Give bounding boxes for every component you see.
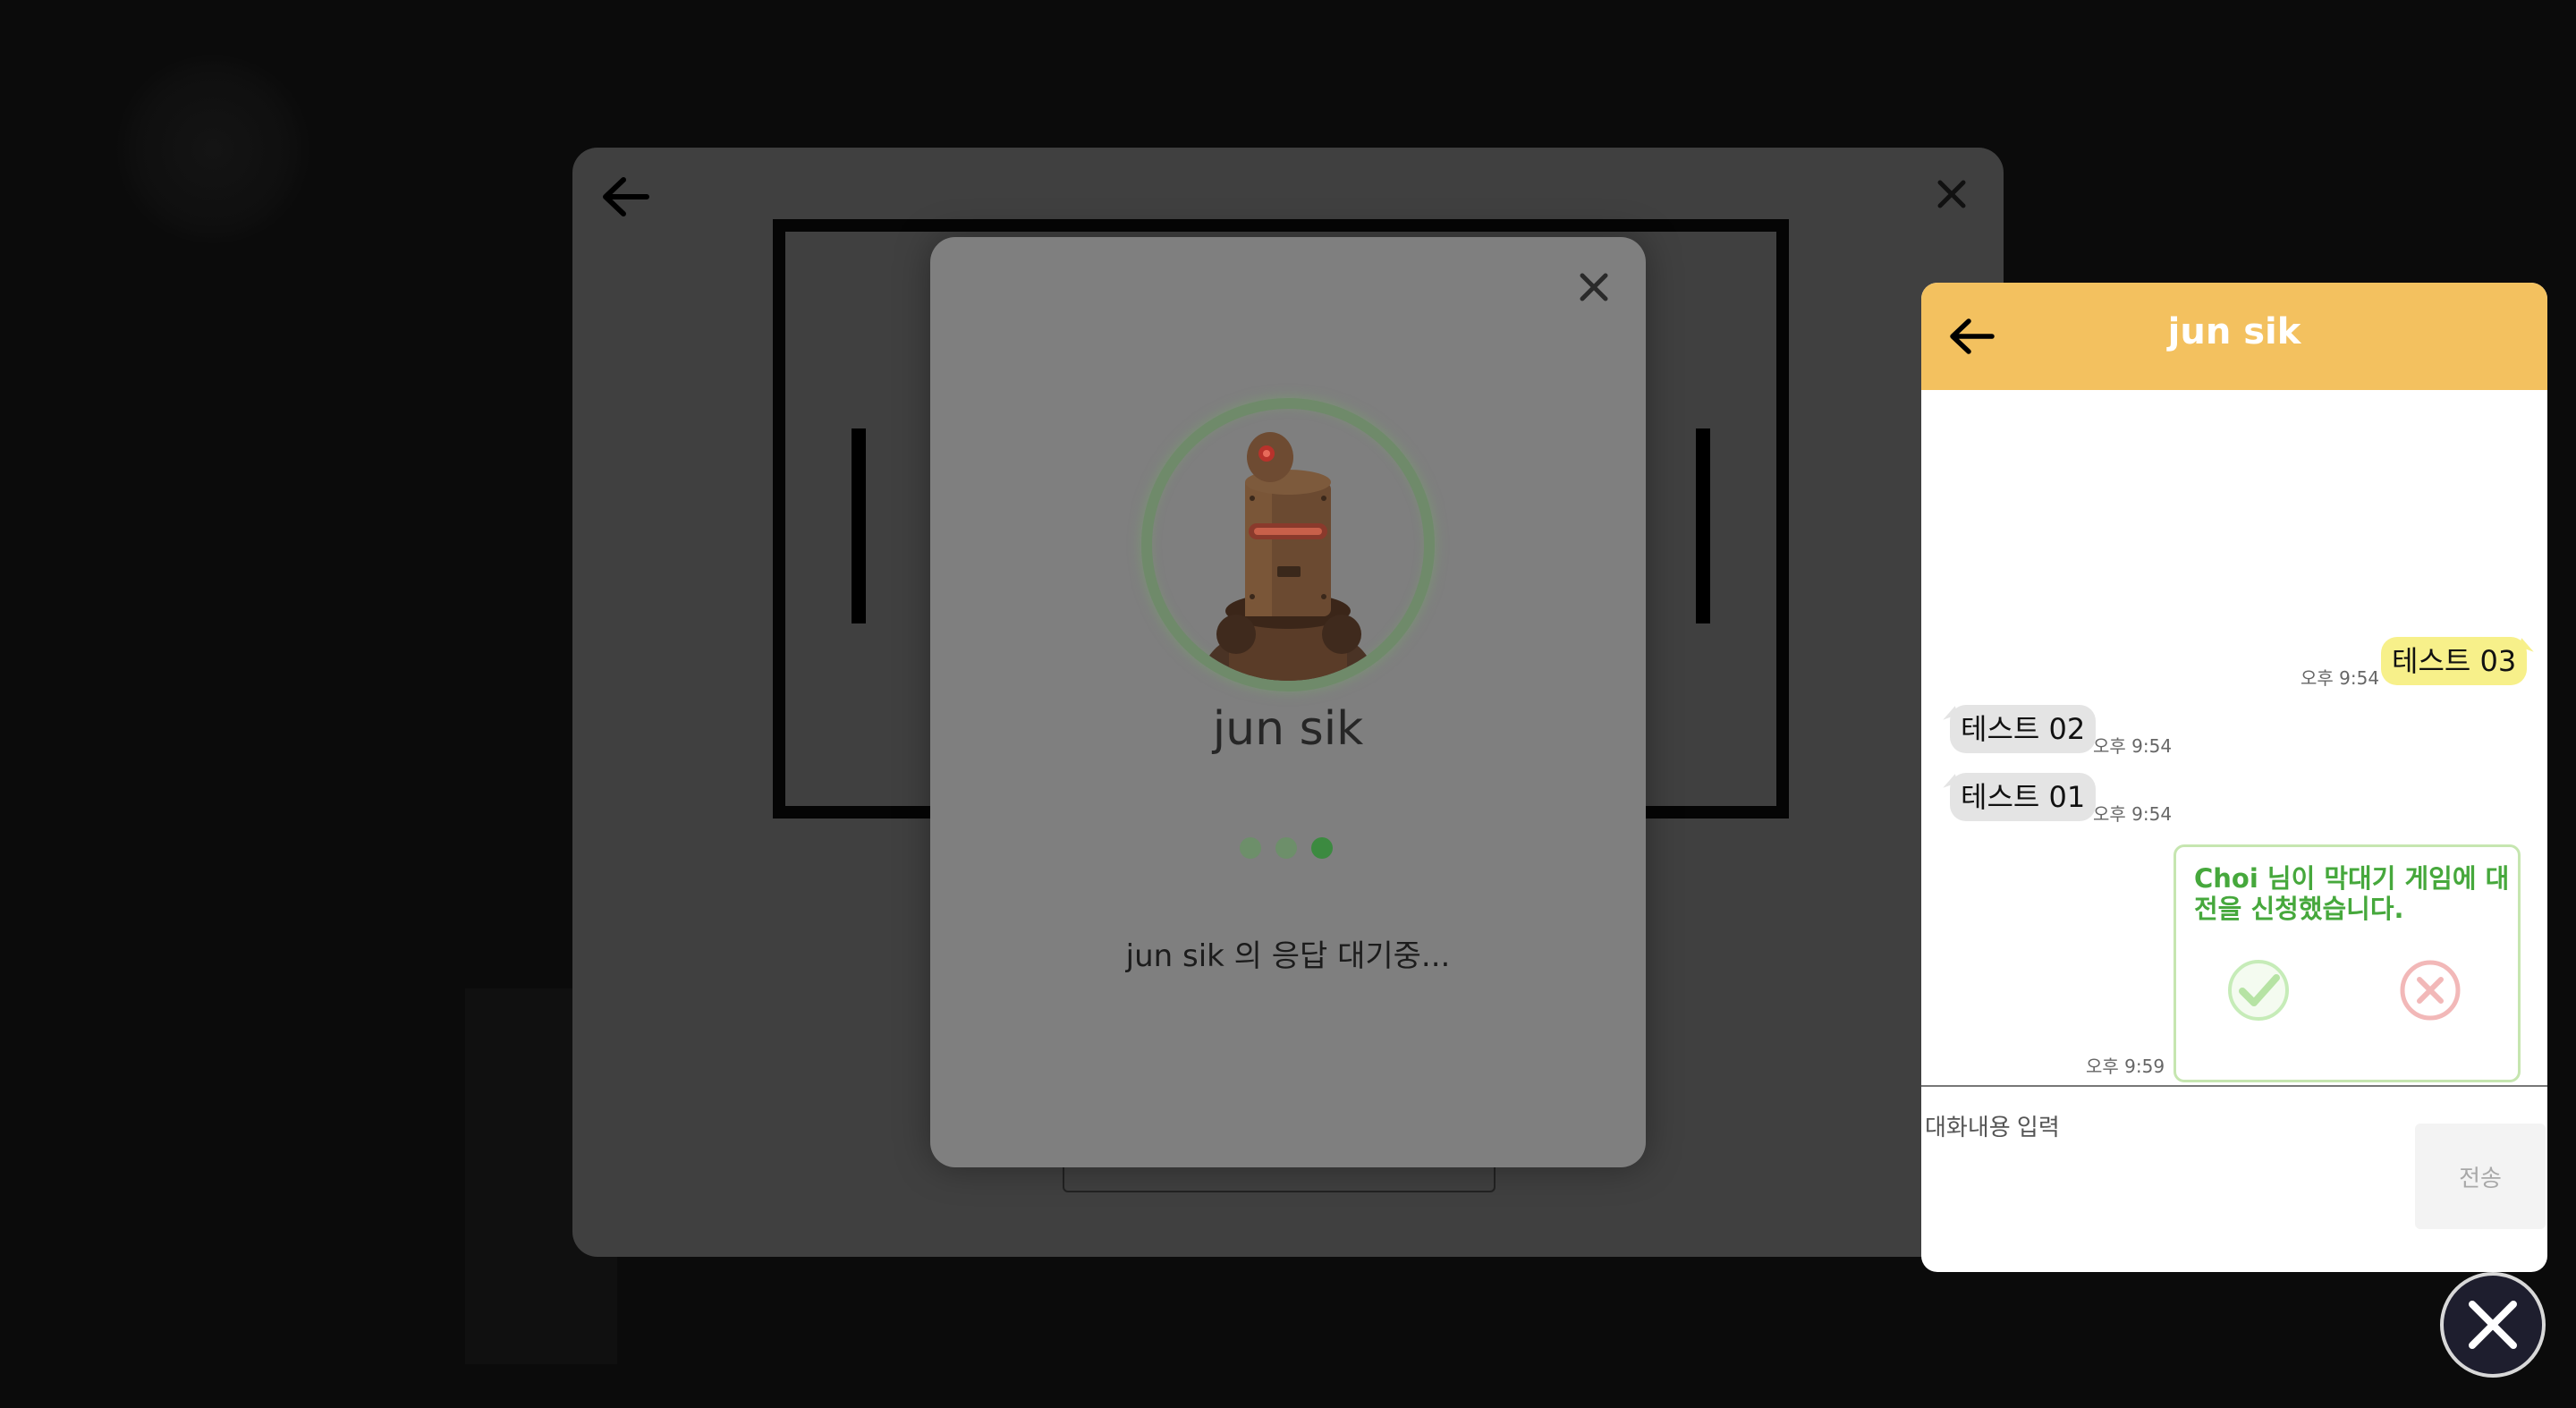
accept-invite-button[interactable] (2226, 958, 2291, 1022)
chat-panel: jun sik 테스트 03 오후 9:54 테스트 02 오후 9:54 테스… (1921, 283, 2547, 1272)
left-paddle (852, 428, 866, 623)
modal-close-button[interactable] (1569, 262, 1619, 312)
message-time: 오후 9:54 (2093, 735, 2173, 757)
game-invite-card: Choi 님이 막대기 게임에 대전을 신청했습니다. (2174, 844, 2521, 1082)
waiting-status-text: jun sik 의 응답 대기중... (1125, 938, 1451, 974)
arrow-left-icon (603, 177, 649, 216)
chat-divider (1921, 1085, 2547, 1087)
close-icon (1937, 180, 1966, 208)
message-bubble-mine: 테스트 03 (2381, 637, 2528, 685)
overlay-close-button[interactable] (2440, 1272, 2546, 1378)
message-time: 오후 9:54 (2093, 803, 2173, 825)
message-time: 오후 9:59 (2086, 1056, 2165, 1077)
waiting-modal: jun sik jun sik 의 응답 대기중... (930, 237, 1646, 1167)
loading-dots (1240, 835, 1347, 861)
avatar (1141, 398, 1435, 691)
close-icon (2469, 1301, 2517, 1349)
robot-avatar-icon (1202, 432, 1374, 681)
check-circle-icon (2228, 960, 2289, 1021)
chat-title: jun sik (2167, 311, 2301, 352)
loading-dot (1240, 837, 1261, 859)
loading-dot (1275, 837, 1297, 859)
close-icon (1580, 273, 1608, 301)
player-name: jun sik (1212, 702, 1364, 756)
invite-text: Choi 님이 막대기 게임에 대전을 신청했습니다. (2194, 863, 2510, 924)
background-logo (114, 55, 311, 243)
chat-header: jun sik (1921, 283, 2547, 390)
game-back-button[interactable] (594, 165, 657, 228)
chat-message-input[interactable] (1925, 1098, 2408, 1260)
message-time: 오후 9:54 (2301, 667, 2380, 689)
decline-invite-button[interactable] (2398, 958, 2462, 1022)
message-bubble-other: 테스트 02 (1950, 705, 2097, 753)
right-paddle (1696, 428, 1710, 623)
send-button[interactable]: 전송 (2415, 1124, 2546, 1229)
message-bubble-other: 테스트 01 (1950, 773, 2097, 821)
loading-dot-active (1311, 837, 1333, 859)
game-close-button[interactable] (1925, 167, 1979, 221)
x-circle-icon (2400, 960, 2461, 1021)
